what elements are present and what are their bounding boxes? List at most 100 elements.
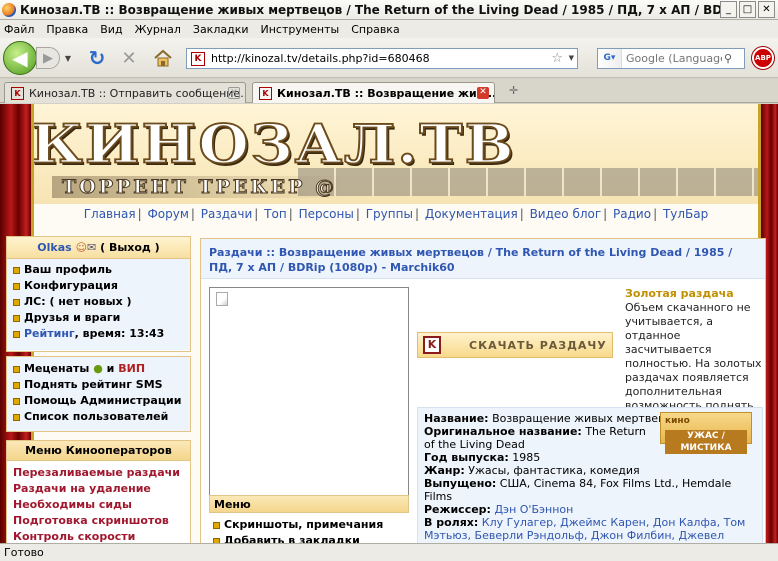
close-window-button[interactable]: ✕ — [758, 1, 775, 18]
tab-label: Кинозал.ТВ :: Возвращение жив... — [277, 86, 495, 100]
config-link[interactable]: Конфигурация — [13, 278, 184, 294]
nav-home[interactable]: Главная — [82, 207, 138, 221]
menu-view[interactable]: Вид — [100, 23, 122, 36]
site-favicon: K — [259, 86, 272, 100]
nav-videoblog[interactable]: Видео блог — [528, 207, 604, 221]
info-original: Оригинальное название: The Return of the… — [424, 425, 646, 451]
pm-link[interactable]: ЛС: ( нет новых ) — [13, 294, 184, 310]
arrow-left-icon: ◀ — [12, 46, 28, 70]
profile-link[interactable]: Ваш профиль — [13, 262, 184, 278]
menu-history[interactable]: Журнал — [135, 23, 181, 36]
history-dropdown[interactable]: ▼ — [62, 51, 74, 65]
screenshots-link[interactable]: Скриншоты, примечания — [209, 517, 409, 533]
add-bookmark-link[interactable]: Добавить в закладки — [209, 533, 409, 543]
nav-radio[interactable]: Радио — [611, 207, 653, 221]
nav-top[interactable]: Топ — [262, 207, 289, 221]
menu-tools[interactable]: Инструменты — [261, 23, 340, 36]
new-tab-icon[interactable]: ✛ — [509, 84, 518, 97]
raise-rating-link[interactable]: Поднять рейтинг SMS — [13, 377, 184, 393]
broken-image-icon — [216, 292, 228, 306]
download-button[interactable]: K СКАЧАТЬ РАЗДАЧУ — [417, 332, 613, 358]
bullet-icon — [13, 365, 20, 373]
nav-torrents[interactable]: Раздачи — [199, 207, 255, 221]
tab-bar: K Кинозал.ТВ :: Отправить сообщение... ✕… — [0, 79, 778, 103]
reload-button[interactable]: ↻ — [85, 46, 109, 70]
operator-item[interactable]: Контроль скорости — [9, 529, 188, 543]
site-favicon: K — [11, 86, 24, 100]
nav-groups[interactable]: Группы — [364, 207, 415, 221]
google-icon[interactable]: G▾ — [598, 49, 622, 68]
rating-link[interactable]: Рейтинг — [24, 326, 75, 342]
gold-label[interactable]: Золотая раздача — [625, 287, 734, 300]
info-released: Выпущено: США, Cinema 84, Fox Films Ltd.… — [424, 477, 732, 503]
operator-item[interactable]: Необходимы сиды — [9, 497, 188, 513]
menu-bar: Файл Правка Вид Журнал Закладки Инструме… — [0, 20, 778, 38]
breadcrumb[interactable]: Раздачи :: Возвращение живых мертвецов /… — [201, 239, 765, 279]
operator-item[interactable]: Перезаливаемые раздачи — [9, 465, 188, 481]
search-icon[interactable]: ⚲ — [724, 52, 732, 65]
adblock-icon[interactable]: ABP — [752, 47, 774, 69]
bullet-icon — [13, 282, 20, 290]
menu-help[interactable]: Справка — [351, 23, 399, 36]
tab-send-message[interactable]: K Кинозал.ТВ :: Отправить сообщение... ✕ — [4, 82, 246, 103]
sponsors-vip-row[interactable]: Меценаты ● и ВИП — [13, 361, 184, 377]
user-list-link[interactable]: Список пользователей — [13, 409, 184, 425]
genre-badge-text: УЖАС / МИСТИКА — [665, 430, 747, 454]
menu-bookmarks[interactable]: Закладки — [193, 23, 249, 36]
director-link[interactable]: Дэн О'Бэннон — [491, 503, 573, 516]
minimize-button[interactable]: _ — [720, 1, 737, 18]
tab-details[interactable]: K Кинозал.ТВ :: Возвращение жив... ✕ — [252, 82, 495, 103]
home-button[interactable] — [151, 47, 175, 69]
close-tab-icon[interactable]: ✕ — [477, 87, 489, 99]
bullet-icon — [13, 397, 20, 405]
user-icon: ☺ — [75, 241, 88, 254]
info-director: Режиссер: Дэн О'Бэннон — [424, 503, 574, 516]
kinozal-icon: K — [423, 336, 441, 354]
nav-docs[interactable]: Документация — [423, 207, 520, 221]
site-logo[interactable]: КИНОЗАЛ.ТВ — [29, 115, 516, 172]
logout-link[interactable]: ( Выход ) — [100, 241, 160, 254]
url-text[interactable]: http://kinozal.tv/details.php?id=680468 — [211, 52, 430, 65]
stop-button[interactable]: ✕ — [117, 47, 141, 69]
bookmark-star-icon[interactable]: ☆ — [551, 51, 563, 66]
download-label: СКАЧАТЬ РАЗДАЧУ — [469, 338, 607, 352]
maximize-button[interactable]: □ — [739, 1, 756, 18]
bullet-icon — [13, 314, 20, 322]
close-tab-icon[interactable]: ✕ — [228, 87, 240, 99]
movie-info: кино УЖАС / МИСТИКА Название: Возвращени… — [417, 407, 763, 543]
page-content: КИНОЗАЛ.ТВ ТОРРЕНТ ТРЕКЕР @ Главная | Фор… — [0, 104, 778, 543]
window-titlebar: Кинозал.ТВ :: Возвращение живых мертвецо… — [0, 0, 778, 20]
bullet-icon — [13, 266, 20, 274]
url-bar[interactable]: K http://kinozal.tv/details.php?id=68046… — [186, 48, 578, 69]
stop-icon: ✕ — [121, 47, 137, 69]
firefox-icon — [2, 2, 16, 17]
nav-persons[interactable]: Персоны — [297, 207, 356, 221]
info-genre: Жанр: Ужасы, фантастика, комедия — [424, 464, 640, 477]
operator-item[interactable]: Подготовка скриншотов — [9, 513, 188, 529]
back-button[interactable]: ◀ — [3, 41, 37, 75]
operator-item[interactable]: Раздачи на удаление — [9, 481, 188, 497]
bullet-icon — [13, 298, 20, 306]
coin-icon: ● — [93, 362, 103, 375]
forward-button[interactable]: ▶ — [36, 47, 60, 69]
url-dropdown-icon[interactable]: ▼ — [569, 54, 574, 62]
username-link[interactable]: Olkas — [37, 241, 71, 254]
main-navigation: Главная | Форум | Раздачи | Топ | Персоны | Г… — [82, 207, 710, 221]
poster-image[interactable] — [209, 287, 409, 497]
nav-forum[interactable]: Форум — [145, 207, 190, 221]
details-menu-title: Меню — [209, 495, 409, 513]
search-input[interactable] — [622, 52, 722, 65]
menu-edit[interactable]: Правка — [46, 23, 88, 36]
search-box[interactable]: G▾ ⚲ — [597, 48, 745, 69]
nav-toolbar[interactable]: ТулБар — [661, 207, 710, 221]
menu-file[interactable]: Файл — [4, 23, 34, 36]
details-panel: Раздачи :: Возвращение живых мертвецов /… — [200, 238, 766, 543]
friends-link[interactable]: Друзья и враги — [13, 310, 184, 326]
chevron-down-icon: ▼ — [64, 53, 72, 63]
genre-badge[interactable]: кино УЖАС / МИСТИКА — [660, 412, 752, 454]
bullet-icon — [213, 521, 220, 529]
bullet-icon — [13, 330, 20, 338]
gold-torrent-note: Золотая раздача Объем скачанного не учит… — [625, 287, 765, 427]
admin-help-link[interactable]: Помощь Администрации — [13, 393, 184, 409]
user-header: Olkas ☺✉ ( Выход ) — [7, 237, 190, 259]
